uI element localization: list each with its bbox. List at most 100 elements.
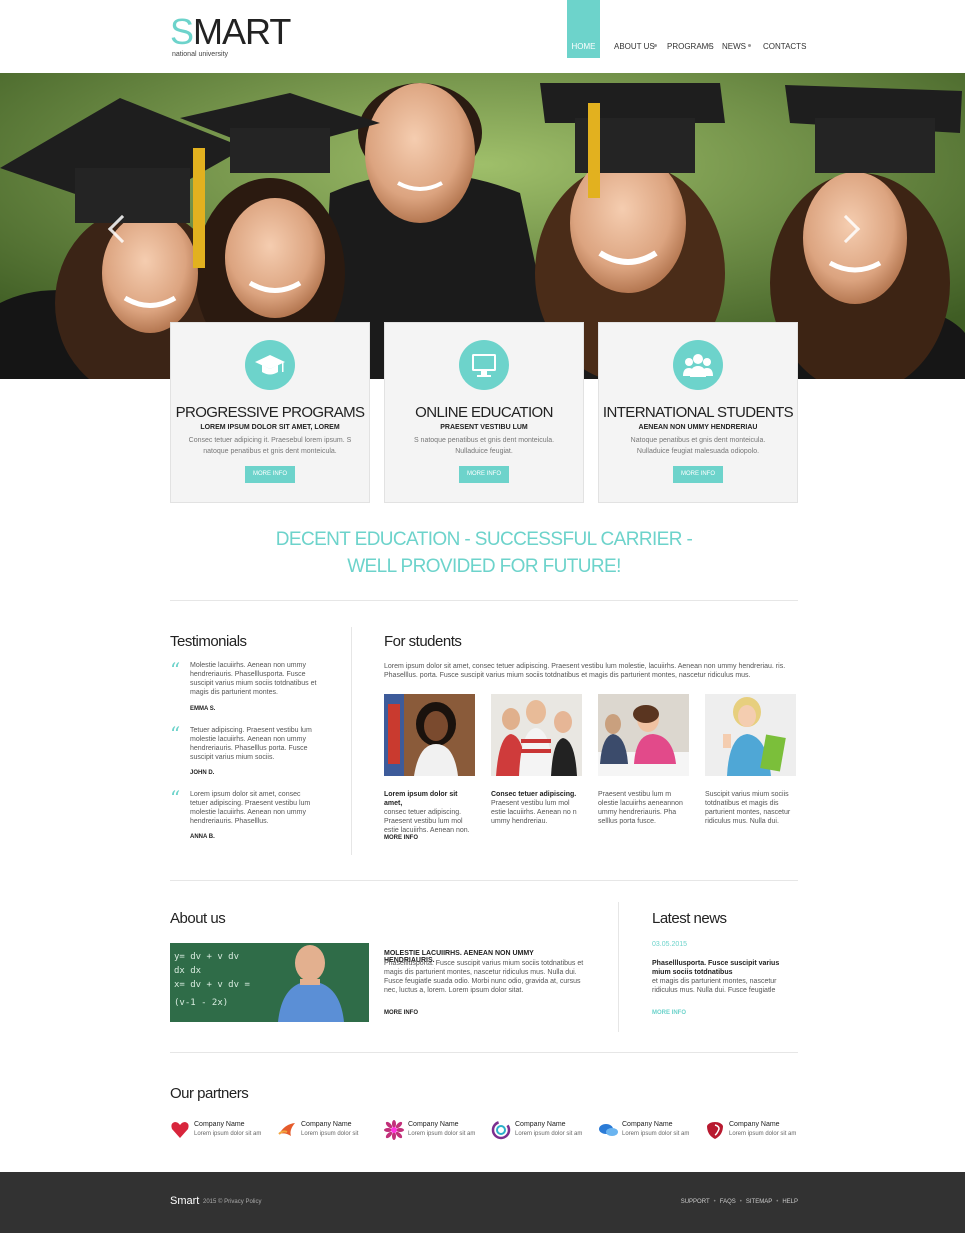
swirl-logo-icon [491, 1120, 511, 1140]
graduation-cap-icon [245, 340, 295, 390]
feature-subtitle: PRAESENT VESTIBU LUM [440, 424, 528, 431]
student-item-body: consec tetuer adipiscing. Praesent vesti… [384, 809, 470, 834]
quote-icon: “ [170, 786, 181, 810]
ribbon-logo-icon [277, 1120, 297, 1140]
feature-text: Consec tetuer adipicing it. Praesebul lo… [188, 437, 352, 455]
nav-contacts[interactable]: CONTACTS [763, 0, 806, 58]
nav-news[interactable]: NEWS [722, 0, 746, 58]
footer-link-help[interactable]: HELP [782, 1199, 798, 1205]
footer-links: SUPPORT • FAQS • SITEMAP • HELP [681, 1199, 798, 1205]
partner-item[interactable]: Company Name Lorem ipsum dolor sit am [705, 1118, 805, 1142]
site-footer: Smart 2015 © Privacy Policy SUPPORT • FAQS… [0, 1172, 965, 1233]
nav-home[interactable]: HOME [567, 0, 600, 58]
footer-link-separator: • [739, 1199, 742, 1205]
partners-heading: Our partners [170, 1085, 249, 1102]
heart-logo-icon [170, 1120, 190, 1140]
nav-separator [748, 44, 751, 47]
feature-text: S natoque penatibus et gnis dent monteic… [413, 437, 555, 455]
student-item-text: Suscipit varius mium sociis totdnatibus … [705, 790, 797, 826]
feature-title: INTERNATIONAL STUDENTS [602, 404, 794, 421]
partner-item[interactable]: Company Name Lorem ipsum dolor sit [277, 1118, 377, 1142]
partner-item[interactable]: Company Name Lorem ipsum dolor sit am [491, 1118, 591, 1142]
student-photo[interactable] [491, 694, 582, 776]
quote-icon: “ [170, 722, 181, 746]
partner-desc: Lorem ipsum dolor sit am [408, 1131, 476, 1137]
news-more-info-link[interactable]: MORE INFO [652, 1010, 686, 1016]
partner-item[interactable]: Company Name Lorem ipsum dolor sit am [598, 1118, 698, 1142]
news-date: 03.05.2015 [652, 941, 688, 948]
footer-link-faqs[interactable]: FAQS [720, 1199, 736, 1205]
student-item-text: Consec tetuer adipiscing. Praesent vestib… [491, 790, 583, 826]
footer-link-separator: • [713, 1199, 716, 1205]
latest-news-heading: Latest news [652, 910, 727, 927]
footer-copyright[interactable]: 2015 © Privacy Policy [203, 1199, 261, 1205]
student-item-bold: Consec tetuer adipiscing. [491, 791, 577, 798]
logo-rest: MART [193, 11, 291, 52]
partner-name: Company Name [194, 1121, 245, 1128]
about-photo[interactable]: y= dv + v dv dx dx x= dv + v dv = (v-1 -… [170, 943, 369, 1022]
more-info-button[interactable]: MORE INFO [245, 466, 295, 483]
partner-name: Company Name [729, 1121, 780, 1128]
partner-item[interactable]: Company Name Lorem ipsum dolor sit am [170, 1118, 270, 1142]
nav-about-us[interactable]: ABOUT US [614, 0, 655, 58]
column-divider [351, 627, 352, 855]
feature-progressive-programs: PROGRESSIVE PROGRAMS LOREM IPSUM DOLOR S… [170, 322, 370, 503]
for-students-heading: For students [384, 633, 462, 650]
footer-logo[interactable]: Smart [170, 1195, 199, 1207]
tagline-line-2: WELL PROVIDED FOR FUTURE! [347, 556, 621, 577]
about-more-info-link[interactable]: MORE INFO [384, 1010, 418, 1016]
footer-link-sitemap[interactable]: SITEMAP [746, 1199, 772, 1205]
students-intro-text: Lorem ipsum dolor sit amet, consec tetue… [384, 663, 786, 679]
logo-subtitle: national university [172, 51, 229, 58]
testimonial-text: Tetuer adipiscing. Praesent vestibu lum … [190, 727, 312, 761]
svg-text:dx dx: dx dx [174, 966, 202, 976]
student-photo[interactable] [705, 694, 796, 776]
divider [170, 880, 798, 881]
student-item-text: Praesent vestibu lum m olestie lacuiirhs… [598, 790, 690, 826]
nav-programs[interactable]: PROGRAMS [667, 0, 714, 58]
monitor-icon [459, 340, 509, 390]
student-item-body: Suscipit varius mium sociis totdnatibus … [705, 791, 791, 825]
people-icon [673, 340, 723, 390]
more-info-button[interactable]: MORE INFO [459, 466, 509, 483]
partner-desc: Lorem ipsum dolor sit am [515, 1131, 583, 1137]
feature-online-education: ONLINE EDUCATION PRAESENT VESTIBU LUM S … [384, 322, 584, 503]
testimonial-author: ANNA B. [190, 834, 215, 840]
news-headline[interactable]: Phaselllusporta. Fusce suscipit varius m… [652, 959, 792, 977]
partner-name: Company Name [515, 1121, 566, 1128]
about-heading: About us [170, 910, 226, 927]
student-photo[interactable] [384, 694, 475, 776]
logo-first-letter: S [170, 11, 194, 52]
testimonials-heading: Testimonials [170, 633, 247, 650]
footer-link-separator: • [776, 1199, 779, 1205]
tagline: DECENT EDUCATION - SUCCESSFUL CARRIER - … [170, 526, 798, 580]
partner-name: Company Name [408, 1121, 459, 1128]
student-item-bold: Lorem ipsum dolor sit amet, [384, 791, 458, 807]
partner-item[interactable]: Company Name Lorem ipsum dolor sit am [384, 1118, 484, 1142]
testimonial-text: Lorem ipsum dolor sit amet, consec tetue… [190, 791, 311, 825]
partner-desc: Lorem ipsum dolor sit am [622, 1131, 690, 1137]
divider [170, 600, 798, 601]
student-photo[interactable] [598, 694, 689, 776]
more-info-button[interactable]: MORE INFO [673, 466, 723, 483]
nav-separator [654, 44, 657, 47]
student-item-text: Lorem ipsum dolor sit amet, consec tetuer… [384, 790, 476, 835]
feature-subtitle: AENEAN NON UMMY HENDRERIAU [638, 424, 758, 431]
feature-title: ONLINE EDUCATION [415, 404, 553, 421]
feature-subtitle: LOREM IPSUM DOLOR SIT AMET, LOREM [200, 424, 340, 431]
news-text: et magis dis parturient montes, nascetur… [652, 978, 777, 994]
feature-international-students: INTERNATIONAL STUDENTS AENEAN NON UMMY H… [598, 322, 798, 503]
nav-separator [708, 44, 711, 47]
site-logo[interactable]: SMART [170, 11, 291, 52]
partner-desc: Lorem ipsum dolor sit am [729, 1131, 797, 1137]
site-header: SMART national university HOME ABOUT US … [0, 0, 965, 73]
feature-text: Natoque penatibus et gnis dent monteicul… [630, 437, 766, 455]
partner-desc: Lorem ipsum dolor sit am [194, 1131, 262, 1137]
feature-title: PROGRESSIVE PROGRAMS [175, 404, 365, 421]
partner-name: Company Name [622, 1121, 673, 1128]
quote-icon: “ [170, 658, 181, 682]
footer-link-support[interactable]: SUPPORT [681, 1199, 710, 1205]
svg-text:x= dv + v dv =: x= dv + v dv = [174, 980, 250, 990]
shield-logo-icon [705, 1120, 725, 1140]
students-more-info-link[interactable]: MORE INFO [384, 835, 418, 841]
